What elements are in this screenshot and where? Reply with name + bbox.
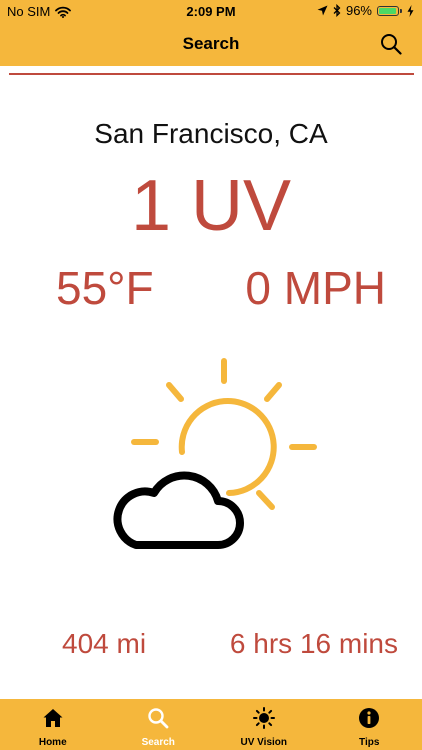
charging-icon xyxy=(407,4,414,17)
search-icon xyxy=(148,708,169,729)
status-bar: No SIM 2:09 PM 96% xyxy=(0,0,422,22)
wind-speed: 0 MPH xyxy=(245,262,386,314)
uv-index: 1 UV xyxy=(130,166,292,246)
app-screen: No SIM 2:09 PM 96% Search San Francisco,… xyxy=(0,0,422,750)
tab-label: UV Vision xyxy=(240,737,288,748)
search-icon[interactable] xyxy=(380,33,402,55)
sun-icon xyxy=(252,707,275,729)
temperature: 55°F xyxy=(56,262,154,314)
page-title: Search xyxy=(182,34,240,53)
tab-label: Home xyxy=(38,737,67,748)
tab-search[interactable]: Search xyxy=(106,699,212,750)
tab-label: Search xyxy=(141,737,175,748)
tab-uv-vision[interactable]: UV Vision xyxy=(211,699,317,750)
info-icon xyxy=(359,708,380,728)
partly-cloudy-icon xyxy=(113,358,317,549)
tab-label: Tips xyxy=(359,737,380,748)
duration-value: 6 hrs 16 mins xyxy=(229,628,398,659)
header: No SIM 2:09 PM 96% Search xyxy=(0,0,422,66)
tab-tips[interactable]: Tips xyxy=(317,699,422,750)
status-right: 96% xyxy=(317,3,414,18)
tab-bar: Home Search UV Vision Tips xyxy=(0,699,422,750)
bluetooth-icon xyxy=(333,4,341,17)
home-icon xyxy=(43,709,63,727)
city-name: San Francisco, CA xyxy=(94,118,328,149)
header-divider xyxy=(9,73,414,75)
distance-value: 404 mi xyxy=(62,628,147,659)
tab-home[interactable]: Home xyxy=(0,699,106,750)
location-arrow-icon xyxy=(317,5,328,16)
battery-percent: 96% xyxy=(345,3,372,18)
battery-icon xyxy=(377,5,402,16)
